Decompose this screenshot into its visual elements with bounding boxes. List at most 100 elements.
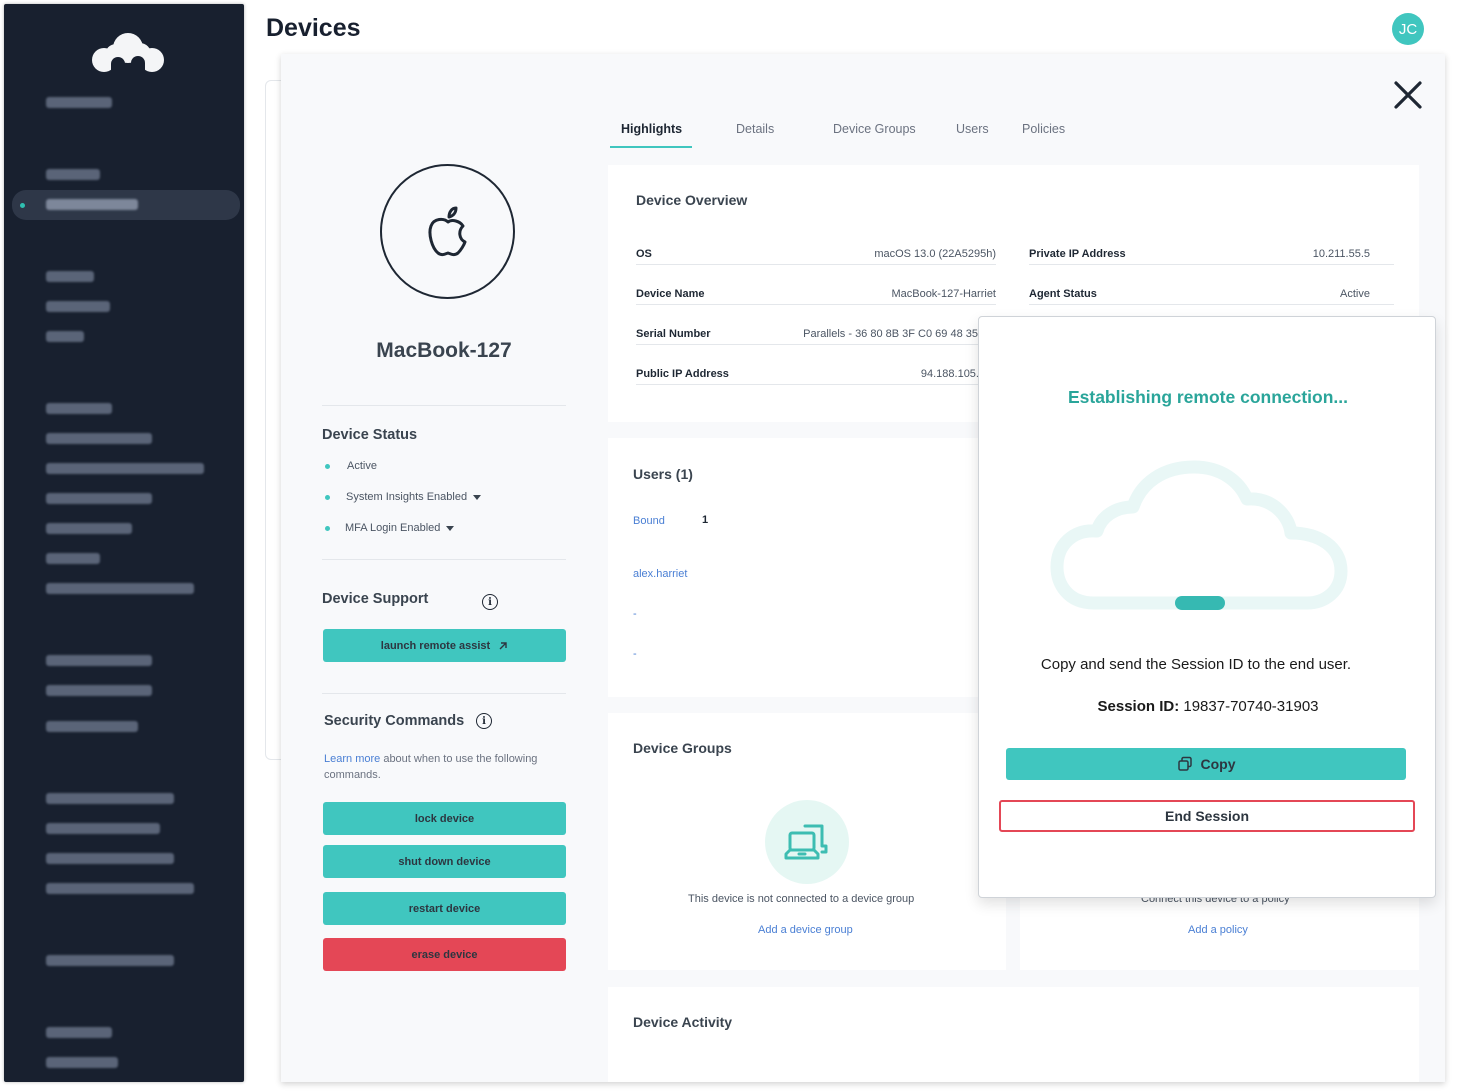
device-activity-title: Device Activity bbox=[633, 1014, 733, 1030]
nav-item[interactable] bbox=[46, 655, 152, 666]
copy-button[interactable]: Copy bbox=[1006, 748, 1406, 780]
status-item-mfa[interactable]: MFA Login Enabled bbox=[325, 522, 455, 534]
laptop-devices-icon bbox=[784, 824, 828, 860]
loading-indicator bbox=[1175, 596, 1225, 610]
divider bbox=[322, 405, 566, 406]
nav-item[interactable] bbox=[46, 583, 194, 594]
modal-title: Establishing remote connection... bbox=[1067, 387, 1349, 407]
learn-more-link[interactable]: Learn more bbox=[324, 753, 380, 765]
row-key: Private IP Address bbox=[1029, 248, 1126, 260]
nav-item[interactable] bbox=[46, 169, 100, 180]
add-device-group-link[interactable]: Add a device group bbox=[758, 924, 853, 936]
erase-device-button[interactable]: erase device bbox=[323, 938, 566, 971]
end-session-button[interactable]: End Session bbox=[999, 800, 1415, 832]
overview-row-agent-status: Agent Status Active bbox=[1029, 283, 1394, 305]
device-status-title: Device Status bbox=[322, 427, 418, 443]
nav-item[interactable] bbox=[46, 955, 174, 966]
close-icon[interactable] bbox=[1391, 78, 1425, 112]
sidebar bbox=[4, 4, 244, 1082]
row-value: 10.211.55.5 bbox=[1312, 248, 1370, 260]
add-policy-link[interactable]: Add a policy bbox=[1188, 924, 1248, 936]
nav-item[interactable] bbox=[46, 553, 100, 564]
active-tab-indicator bbox=[610, 146, 692, 148]
external-link-icon bbox=[499, 641, 507, 649]
user-detail-dash: - bbox=[633, 608, 637, 620]
tab-highlights[interactable]: Highlights bbox=[621, 122, 682, 136]
nav-item[interactable] bbox=[46, 685, 152, 696]
remote-connection-modal: Establishing remote connection... Copy a… bbox=[978, 316, 1436, 898]
nav-item[interactable] bbox=[46, 331, 84, 342]
device-overview-title: Device Overview bbox=[636, 192, 748, 208]
info-icon[interactable]: i bbox=[476, 713, 492, 729]
nav-item[interactable] bbox=[46, 403, 112, 414]
device-group-illustration bbox=[765, 800, 849, 884]
nav-item[interactable] bbox=[46, 853, 174, 864]
nav-item[interactable] bbox=[46, 523, 132, 534]
row-key: Public IP Address bbox=[636, 368, 729, 380]
nav-item[interactable] bbox=[46, 97, 112, 108]
button-label: launch remote assist bbox=[380, 639, 491, 652]
status-label: MFA Login Enabled bbox=[345, 522, 441, 534]
divider bbox=[322, 693, 566, 694]
caret-down-icon[interactable] bbox=[446, 525, 455, 531]
users-title: Users (1) bbox=[633, 466, 693, 482]
row-value: macOS 13.0 (22A5295h) bbox=[874, 248, 996, 260]
status-dot bbox=[325, 463, 330, 469]
page-title: Devices bbox=[266, 14, 361, 42]
row-value: MacBook-127-Harriet bbox=[891, 288, 996, 300]
session-id-label: Session ID bbox=[1097, 698, 1175, 715]
nav-item[interactable] bbox=[46, 493, 152, 504]
bound-link[interactable]: Bound bbox=[633, 515, 665, 527]
nav-item[interactable] bbox=[46, 1057, 118, 1068]
row-key: Device Name bbox=[636, 288, 705, 300]
tab-policies[interactable]: Policies bbox=[1022, 122, 1065, 136]
nav-item[interactable] bbox=[46, 301, 110, 312]
overview-row-serial: Serial Number Parallels - 36 80 8B 3F C0 … bbox=[636, 323, 996, 345]
row-value: 94.188.105. bbox=[920, 368, 979, 380]
device-groups-empty-text: This device is not connected to a device… bbox=[688, 893, 915, 905]
device-support-title: Device Support bbox=[322, 591, 429, 607]
row-key: OS bbox=[636, 248, 652, 260]
nav-item[interactable] bbox=[46, 883, 194, 894]
tab-details[interactable]: Details bbox=[736, 122, 774, 136]
nav-item[interactable] bbox=[46, 271, 94, 282]
info-icon[interactable]: i bbox=[482, 594, 498, 610]
status-dot bbox=[325, 494, 330, 500]
launch-remote-assist-button[interactable]: launch remote assist bbox=[323, 629, 566, 662]
restart-device-button[interactable]: restart device bbox=[323, 892, 566, 925]
security-commands-description: Learn more about when to use the followi… bbox=[324, 751, 564, 783]
overview-row-device-name: Device Name MacBook-127-Harriet bbox=[636, 283, 996, 305]
avatar[interactable]: JC bbox=[1392, 13, 1424, 45]
nav-item[interactable] bbox=[46, 433, 152, 444]
copy-label: Copy bbox=[1200, 756, 1236, 772]
caret-down-icon[interactable] bbox=[473, 494, 482, 500]
nav-item[interactable] bbox=[46, 463, 204, 474]
lock-device-button[interactable]: lock device bbox=[323, 802, 566, 835]
status-label: System Insights Enabled bbox=[346, 491, 468, 503]
apple-icon bbox=[427, 206, 466, 256]
tab-device-groups[interactable]: Device Groups bbox=[833, 122, 916, 136]
device-name: MacBook-127 bbox=[376, 339, 512, 362]
bound-count: 1 bbox=[702, 514, 709, 526]
nav-item[interactable] bbox=[46, 823, 160, 834]
overview-row-private-ip: Private IP Address 10.211.55.5 bbox=[1029, 243, 1394, 265]
user-link[interactable]: alex.harriet bbox=[633, 568, 687, 580]
user-detail-dash: - bbox=[633, 648, 637, 660]
tab-users[interactable]: Users bbox=[956, 122, 989, 136]
status-item-active: Active bbox=[325, 460, 377, 472]
status-item-system-insights[interactable]: System Insights Enabled bbox=[325, 491, 482, 503]
security-commands-title: Security Commands bbox=[324, 713, 465, 729]
row-value: Active bbox=[1340, 288, 1370, 300]
cloud-loading-icon bbox=[1050, 460, 1348, 610]
nav-item[interactable] bbox=[46, 793, 174, 804]
overview-row-public-ip: Public IP Address 94.188.105. bbox=[636, 363, 996, 385]
row-key: Serial Number bbox=[636, 328, 711, 340]
nav-item[interactable] bbox=[46, 1027, 112, 1038]
status-dot bbox=[325, 525, 330, 531]
nav-item[interactable] bbox=[46, 199, 138, 210]
shut-down-device-button[interactable]: shut down device bbox=[323, 845, 566, 878]
row-key: Agent Status bbox=[1029, 288, 1097, 300]
logo-icon bbox=[92, 33, 164, 76]
device-activity-card bbox=[608, 987, 1419, 1082]
nav-item[interactable] bbox=[46, 721, 138, 732]
